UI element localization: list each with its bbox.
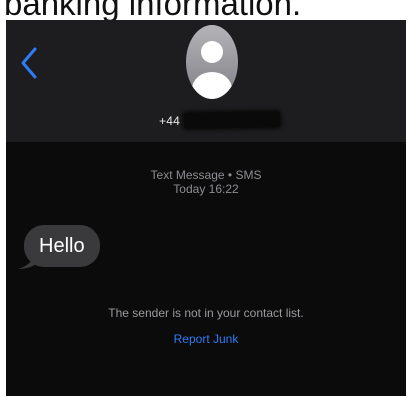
caption-text: banking information.: [4, 0, 302, 22]
contact-phone-number[interactable]: +44: [159, 114, 180, 128]
message-timestamp: Today 16:22: [173, 182, 239, 196]
unknown-sender-notice: The sender is not in your contact list.: [108, 306, 304, 320]
chevron-left-icon[interactable]: [20, 46, 38, 80]
screenshot-stage: banking information. +44 Text Message • …: [0, 0, 413, 399]
redaction-mark: [183, 111, 281, 129]
conversation-header: +44: [6, 20, 406, 142]
messages-screen: +44 Text Message • SMS Today 16:22 Hello…: [6, 20, 406, 396]
incoming-message-bubble[interactable]: Hello: [24, 225, 100, 267]
person-avatar-icon[interactable]: [186, 25, 238, 99]
service-label: Text Message • SMS: [150, 168, 262, 182]
message-meta: Text Message • SMS Today 16:22: [6, 168, 406, 196]
report-junk-link[interactable]: Report Junk: [6, 332, 406, 346]
